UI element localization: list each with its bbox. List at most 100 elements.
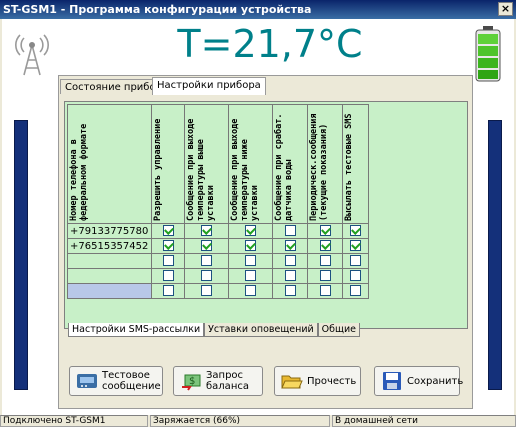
header-temp-below: Сообщение при выходе температуры ниже ус… <box>228 104 273 224</box>
checkbox-cell[interactable] <box>184 253 229 269</box>
table-header-row: Номер телефона в федеральном формате Раз… <box>67 104 369 224</box>
checkbox[interactable] <box>245 285 256 297</box>
checkbox[interactable] <box>201 225 212 237</box>
checkbox-cell[interactable] <box>184 223 229 239</box>
checkbox-cell[interactable] <box>151 283 185 299</box>
phone-cell[interactable] <box>67 268 152 284</box>
checkbox-cell[interactable] <box>272 223 308 239</box>
checkbox[interactable] <box>162 255 174 267</box>
bottom-tabs: Настройки SMS-рассылки Уставки оповещений… <box>68 323 360 337</box>
close-button[interactable]: × <box>498 2 513 16</box>
checkbox-cell[interactable] <box>342 223 369 239</box>
checkbox[interactable] <box>350 255 361 267</box>
checkbox[interactable] <box>162 285 174 297</box>
checkbox-cell[interactable] <box>228 238 273 254</box>
header-water-sensor: Сообщение при срабат. датчика воды <box>272 104 308 224</box>
checkbox[interactable] <box>201 285 212 297</box>
checkbox[interactable] <box>284 225 296 237</box>
test-sms-label: Тестовое сообщение <box>102 370 161 392</box>
tab-device-settings[interactable]: Настройки прибора <box>152 77 266 95</box>
battery-icon <box>475 26 501 82</box>
read-button[interactable]: Прочесть <box>274 366 361 396</box>
save-button[interactable]: Сохранить <box>374 366 463 396</box>
temperature-display: T=21,7°C <box>177 22 363 66</box>
checkbox[interactable] <box>201 240 212 252</box>
checkbox-cell[interactable] <box>184 283 229 299</box>
header-phone: Номер телефона в федеральном формате <box>67 104 152 224</box>
status-connection: Подключено ST-GSM1 <box>0 415 148 427</box>
checkbox[interactable] <box>350 240 361 252</box>
test-sms-button[interactable]: Тестовое сообщение <box>69 366 163 396</box>
checkbox-cell[interactable] <box>228 268 273 284</box>
checkbox-cell[interactable] <box>307 283 343 299</box>
checkbox-cell[interactable] <box>307 253 343 269</box>
checkbox-cell[interactable] <box>228 223 273 239</box>
checkbox-cell[interactable] <box>184 268 229 284</box>
checkbox[interactable] <box>245 225 256 237</box>
status-bar: Подключено ST-GSM1 Заряжается (66%) В до… <box>0 415 516 427</box>
checkbox[interactable] <box>245 240 256 252</box>
read-label: Прочесть <box>307 375 357 387</box>
checkbox-cell[interactable] <box>342 268 369 284</box>
modem-icon <box>77 374 97 388</box>
checkbox[interactable] <box>284 285 296 297</box>
sms-grid-area: Номер телефона в федеральном формате Раз… <box>64 101 468 329</box>
checkbox-cell[interactable] <box>228 253 273 269</box>
checkbox-cell[interactable] <box>151 223 185 239</box>
checkbox-cell[interactable] <box>151 238 185 254</box>
checkbox[interactable] <box>245 255 256 267</box>
checkbox-cell[interactable] <box>307 268 343 284</box>
checkbox[interactable] <box>284 270 296 282</box>
checkbox-cell[interactable] <box>184 238 229 254</box>
checkbox[interactable] <box>319 240 331 252</box>
checkbox[interactable] <box>162 270 174 282</box>
checkbox[interactable] <box>350 285 361 297</box>
checkbox-cell[interactable] <box>272 238 308 254</box>
left-side-bar <box>14 120 28 390</box>
checkbox-cell[interactable] <box>342 238 369 254</box>
checkbox[interactable] <box>319 285 331 297</box>
tab-sms-settings[interactable]: Настройки SMS-рассылки <box>68 323 205 337</box>
header-temp-above: Сообщение при выходе температуры выше ус… <box>184 104 229 224</box>
status-charging: Заряжается (66%) <box>150 415 330 427</box>
sms-table: Номер телефона в федеральном формате Раз… <box>67 104 369 299</box>
tab-alert-setpoints[interactable]: Уставки оповещений <box>204 323 318 337</box>
checkbox-cell[interactable] <box>272 268 308 284</box>
checkbox[interactable] <box>245 270 256 282</box>
checkbox[interactable] <box>319 255 331 267</box>
checkbox-cell[interactable] <box>342 283 369 299</box>
checkbox[interactable] <box>284 240 296 252</box>
checkbox[interactable] <box>162 240 174 252</box>
status-network: В домашней сети <box>332 415 516 427</box>
phone-cell[interactable] <box>67 283 152 299</box>
checkbox[interactable] <box>319 225 331 237</box>
phone-cell[interactable]: +76515357452 <box>67 238 152 254</box>
tab-general[interactable]: Общие <box>317 323 360 337</box>
phone-cell[interactable]: +79133775780 <box>67 223 152 239</box>
balance-request-button[interactable]: $ Запрос баланса <box>173 366 263 396</box>
floppy-icon <box>383 372 401 390</box>
table-row <box>67 283 369 299</box>
checkbox-cell[interactable] <box>272 253 308 269</box>
header-allow-control: Разрешить управление <box>151 104 185 224</box>
checkbox-cell[interactable] <box>342 253 369 269</box>
checkbox[interactable] <box>201 270 212 282</box>
title-bar: ST-GSM1 - Программа конфигурации устройс… <box>0 0 516 19</box>
antenna-icon <box>15 34 49 76</box>
checkbox[interactable] <box>319 270 331 282</box>
checkbox-cell[interactable] <box>151 268 185 284</box>
checkbox[interactable] <box>350 270 361 282</box>
checkbox[interactable] <box>350 225 361 237</box>
open-folder-icon <box>281 375 303 389</box>
checkbox[interactable] <box>162 225 174 237</box>
phone-cell[interactable] <box>67 253 152 269</box>
checkbox[interactable] <box>201 255 212 267</box>
checkbox-cell[interactable] <box>228 283 273 299</box>
checkbox-cell[interactable] <box>151 253 185 269</box>
checkbox-cell[interactable] <box>307 238 343 254</box>
checkbox-cell[interactable] <box>307 223 343 239</box>
table-row: +79133775780 <box>67 223 369 239</box>
checkbox[interactable] <box>284 255 296 267</box>
checkbox-cell[interactable] <box>272 283 308 299</box>
svg-text:$: $ <box>189 376 195 387</box>
